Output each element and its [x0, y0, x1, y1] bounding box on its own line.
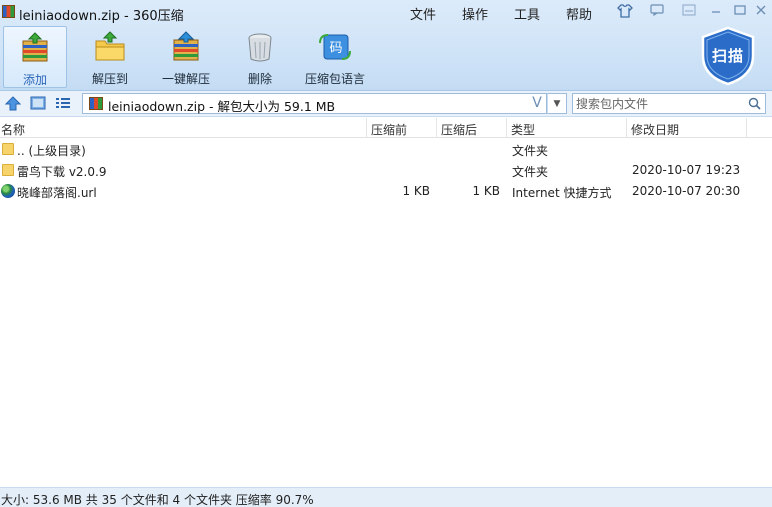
- column-separator: [436, 118, 437, 138]
- add-button[interactable]: 添加: [3, 26, 67, 88]
- address-dropdown-button[interactable]: ▼: [547, 93, 567, 114]
- search-input[interactable]: [576, 95, 746, 112]
- up-arrow-icon[interactable]: [5, 96, 21, 111]
- svg-text:码: 码: [329, 41, 342, 56]
- file-type: 文件夹: [512, 165, 549, 179]
- skin-icon[interactable]: [616, 4, 634, 19]
- extract-to-icon: [95, 31, 125, 61]
- trash-icon: [248, 33, 272, 62]
- file-name: .. (上级目录): [17, 144, 86, 158]
- column-modified[interactable]: 修改日期: [631, 121, 679, 138]
- minimize-icon[interactable]: [707, 4, 725, 19]
- toolbar-area: leiniaodown.zip - 360压缩 文件 操作 工具 帮助 添加 解…: [0, 0, 772, 91]
- archive-language-button[interactable]: 码 压缩包语言: [300, 26, 370, 88]
- search-icon[interactable]: [748, 97, 761, 110]
- app-icon: [2, 5, 15, 18]
- close-icon[interactable]: [752, 4, 770, 19]
- status-bar: 大小: 53.6 MB 共 35 个文件和 4 个文件夹 压缩率 90.7%: [0, 487, 772, 507]
- delete-button[interactable]: 删除: [233, 26, 287, 88]
- column-type[interactable]: 类型: [511, 121, 535, 138]
- address-field[interactable]: leiniaodown.zip - 解包大小为 59.1 MB: [82, 93, 547, 114]
- file-size-before: 1 KB: [402, 184, 430, 198]
- table-row[interactable]: 晓峰部落阁.url 1 KB 1 KB Internet 快捷方式 2020-1…: [0, 181, 772, 202]
- folder-icon: [2, 164, 14, 176]
- list-view-icon[interactable]: [55, 96, 71, 111]
- one-click-extract-icon: [173, 31, 199, 61]
- table-row[interactable]: 雷鸟下载 v2.0.9 文件夹 2020-10-07 19:23: [0, 160, 772, 181]
- archive-language-label: 压缩包语言: [304, 72, 365, 86]
- table-row[interactable]: .. (上级目录) 文件夹: [0, 139, 772, 160]
- folder-icon: [2, 143, 14, 155]
- file-type: Internet 快捷方式: [512, 186, 612, 200]
- column-before[interactable]: 压缩前: [371, 121, 407, 138]
- chevron-down-icon[interactable]: V: [528, 93, 546, 114]
- extract-to-button[interactable]: 解压到: [80, 26, 140, 88]
- column-header: 名称 压缩前 压缩后 类型 修改日期: [0, 118, 772, 138]
- feedback-icon[interactable]: [648, 4, 666, 19]
- file-name: 雷鸟下载 v2.0.9: [17, 165, 107, 179]
- menu-help[interactable]: 帮助: [566, 4, 592, 23]
- scan-button[interactable]: 扫描: [709, 45, 747, 66]
- file-name: 晓峰部落阁.url: [17, 186, 97, 200]
- add-icon: [22, 32, 48, 62]
- column-name[interactable]: 名称: [1, 121, 25, 138]
- title-bar: leiniaodown.zip - 360压缩 文件 操作 工具 帮助: [0, 0, 772, 24]
- menu-operation[interactable]: 操作: [462, 4, 488, 23]
- address-path: leiniaodown.zip - 解包大小为 59.1 MB: [108, 99, 336, 114]
- column-separator: [746, 118, 747, 138]
- file-size-after: 1 KB: [472, 184, 500, 198]
- thumbnail-view-icon[interactable]: [30, 96, 46, 111]
- globe-icon: [1, 184, 15, 198]
- column-separator: [506, 118, 507, 138]
- delete-label: 删除: [247, 72, 272, 86]
- file-modified: 2020-10-07 20:30: [632, 184, 741, 198]
- add-label: 添加: [22, 73, 47, 87]
- file-type: 文件夹: [512, 144, 549, 158]
- one-click-extract-button[interactable]: 一键解压: [155, 26, 217, 88]
- file-modified: 2020-10-07 19:23: [632, 163, 741, 177]
- search-box[interactable]: [572, 93, 766, 114]
- menu-options-icon[interactable]: [680, 4, 698, 19]
- extract-to-label: 解压到: [91, 72, 128, 86]
- archive-icon: [89, 97, 103, 110]
- menu-tools[interactable]: 工具: [514, 4, 540, 23]
- archive-language-icon: 码: [319, 34, 351, 60]
- window-title: leiniaodown.zip - 360压缩: [19, 9, 184, 24]
- menu-file[interactable]: 文件: [410, 4, 436, 23]
- column-separator: [366, 118, 367, 138]
- maximize-icon[interactable]: [731, 4, 749, 19]
- column-after[interactable]: 压缩后: [441, 121, 477, 138]
- one-click-extract-label: 一键解压: [161, 72, 210, 86]
- column-separator: [626, 118, 627, 138]
- status-text: 大小: 53.6 MB 共 35 个文件和 4 个文件夹 压缩率 90.7%: [1, 493, 314, 507]
